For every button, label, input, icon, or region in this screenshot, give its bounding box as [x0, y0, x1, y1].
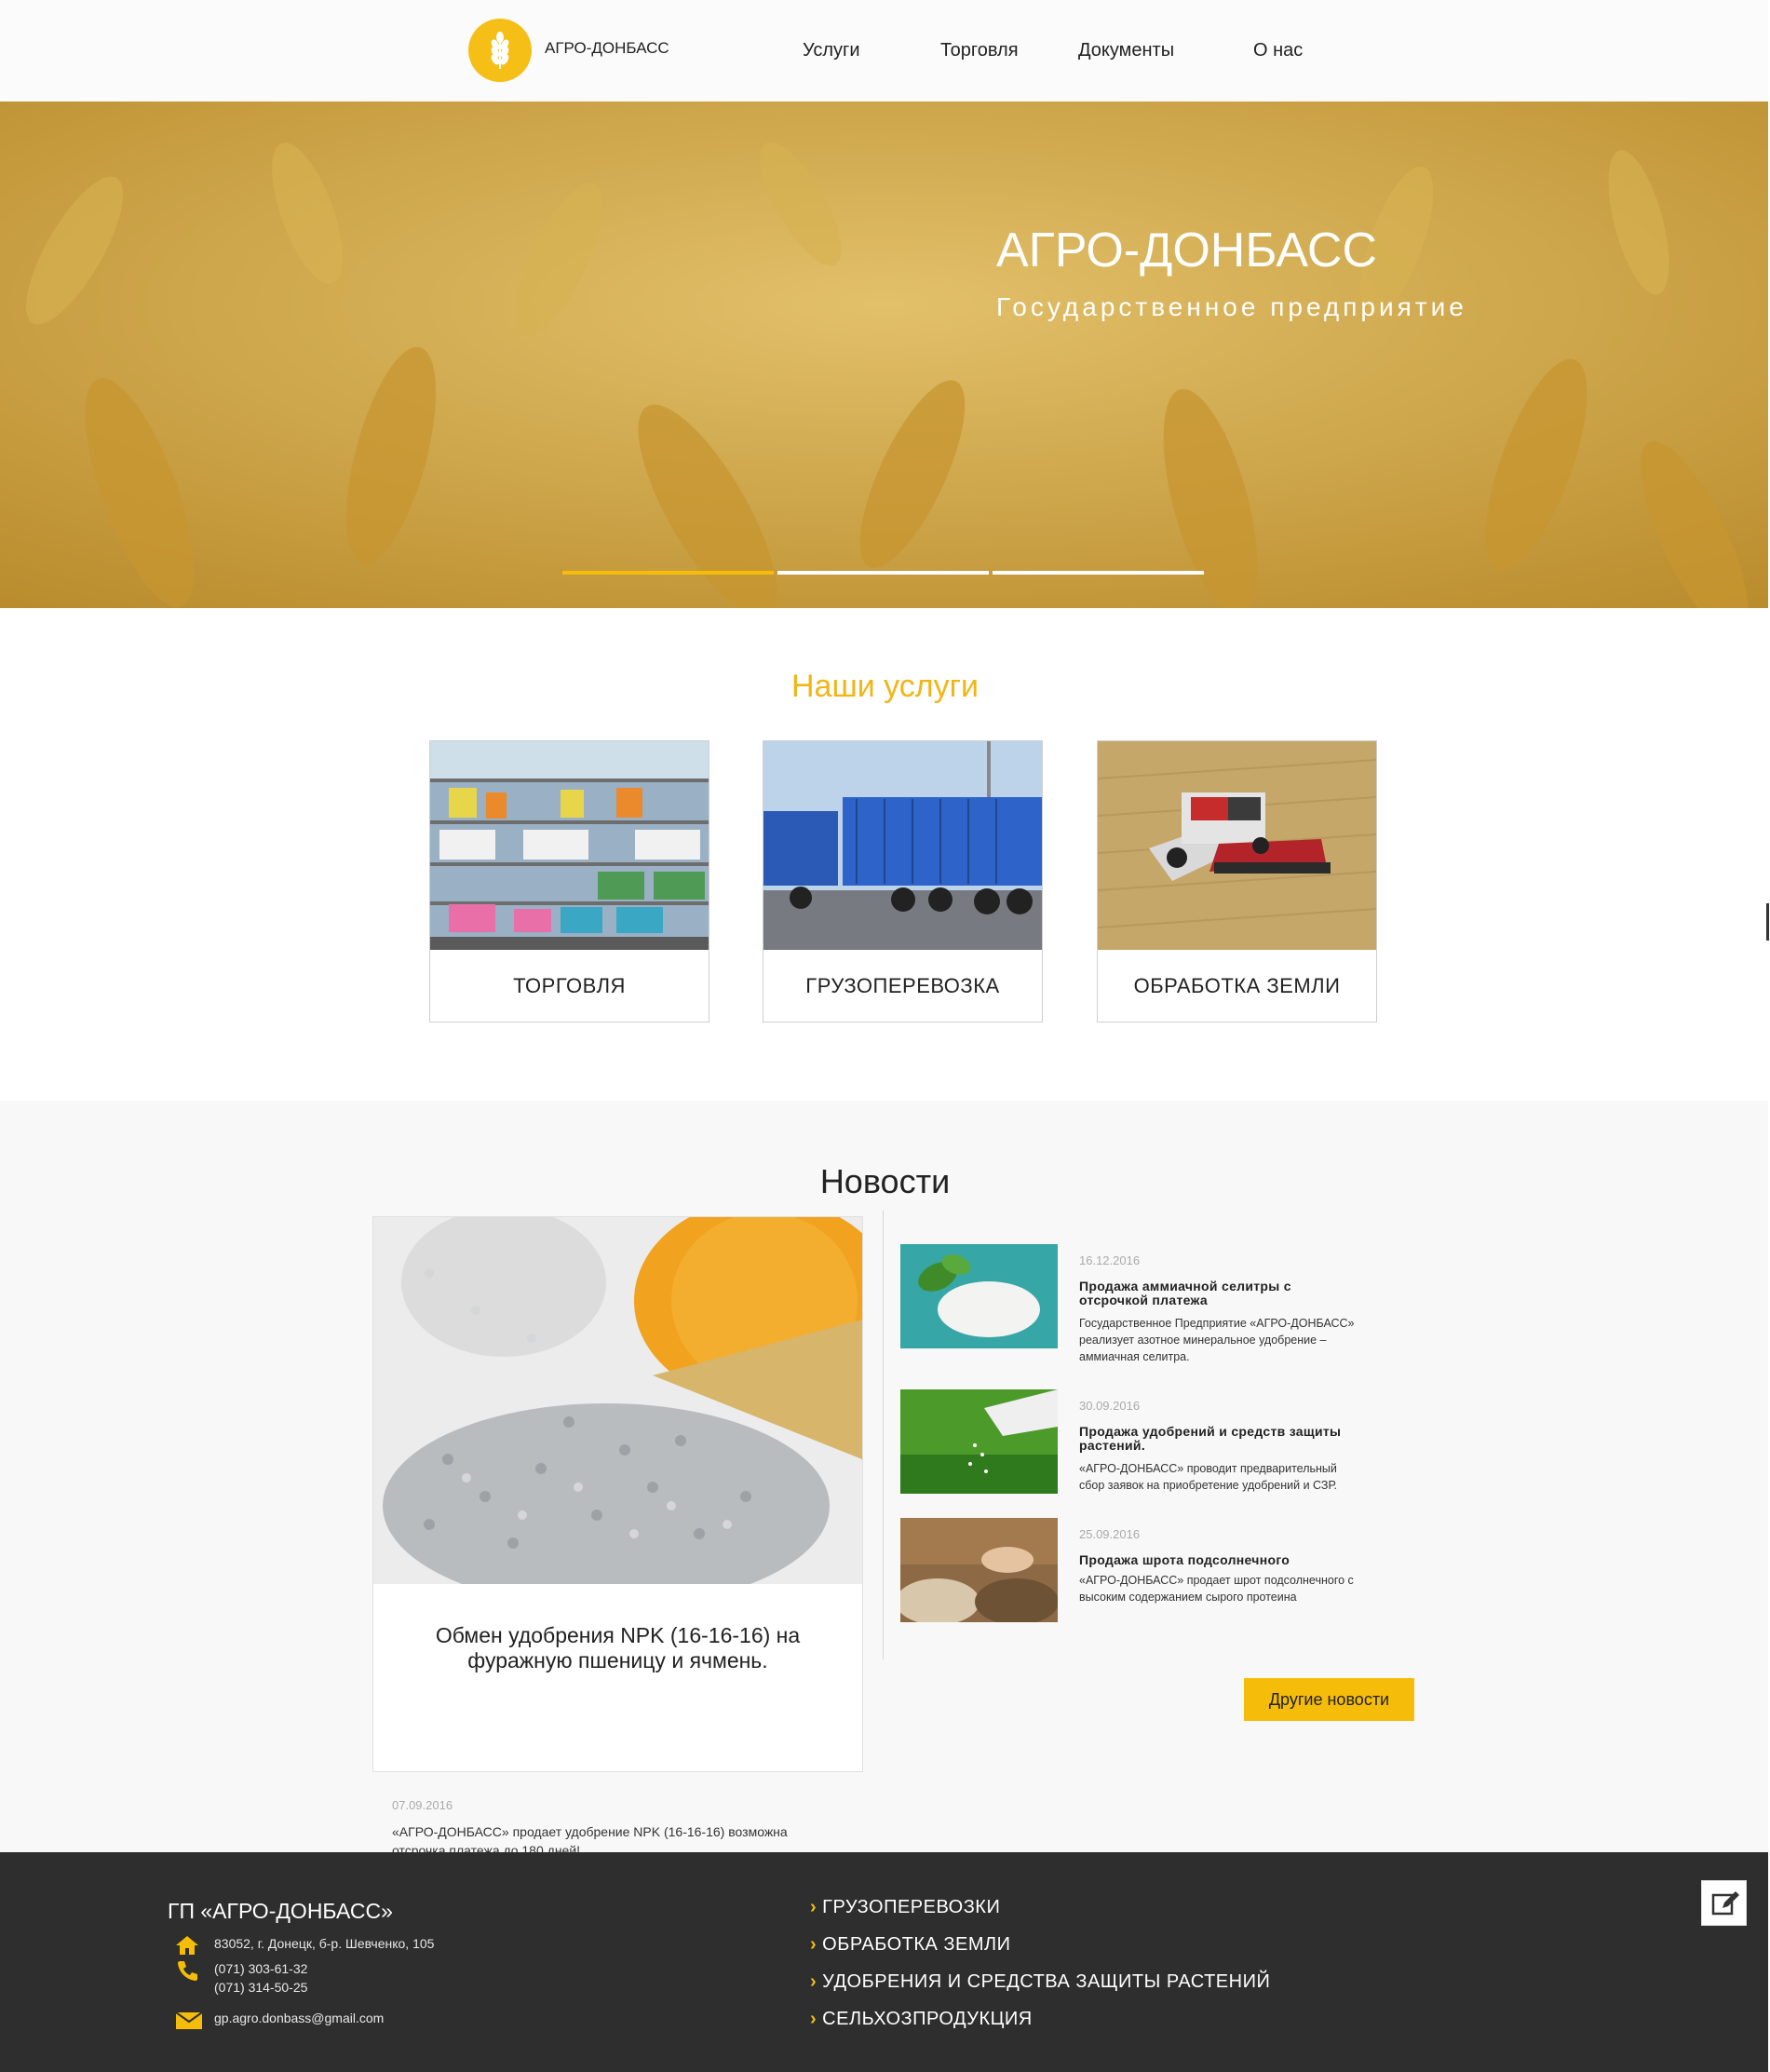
- hero-subtitle: Государственное предприятие: [996, 292, 1467, 321]
- news-item-2-title[interactable]: Продажа удобрений и средств защиты расте…: [1079, 1425, 1358, 1453]
- logo-wheat-icon[interactable]: [468, 19, 532, 82]
- mail-icon: [175, 2009, 203, 2031]
- site-header: АГРО-ДОНБАСС Услуги Торговля Документы О…: [0, 0, 1770, 102]
- news-item-1-date: 16.12.2016: [1079, 1253, 1141, 1267]
- news-item-1-text: Государственное Предприятие «АГРО-ДОНБАС…: [1079, 1317, 1355, 1363]
- more-news-button[interactable]: Другие новости: [1244, 1678, 1414, 1721]
- chevron-right-icon: ›: [810, 1971, 817, 1992]
- slide-indicator-3[interactable]: [993, 571, 1204, 575]
- sowing-hand-image: [900, 1389, 1058, 1494]
- news-item-3-title[interactable]: Продажа шрота подсолнечного: [1079, 1553, 1358, 1567]
- service-card-trade[interactable]: ТОРГОВЛЯ: [429, 740, 709, 1022]
- chevron-right-icon: ›: [810, 1897, 817, 1917]
- footer-link-label: СЕЛЬХОЗПРОДУКЦИЯ: [822, 2009, 1033, 2029]
- footer-link-transport[interactable]: › ГРУЗОПЕРЕВОЗКИ: [810, 1897, 1000, 1918]
- scrollbar-thumb[interactable]: [1766, 903, 1769, 941]
- service-card-land[interactable]: ОБРАБОТКА ЗЕМЛИ: [1097, 740, 1377, 1022]
- footer-link-label: ГРУЗОПЕРЕВОЗКИ: [822, 1897, 1001, 1917]
- news-item-3[interactable]: 25.09.2016 Продажа шрота подсолнечного «…: [900, 1518, 1354, 1625]
- phone-icon: [175, 1959, 199, 1982]
- nav-item-trade[interactable]: Торговля: [940, 40, 1019, 61]
- nav-item-documents[interactable]: Документы: [1078, 40, 1174, 61]
- news-item-1-title[interactable]: Продажа аммиачной селитры с отсрочкой пл…: [1079, 1280, 1358, 1307]
- combine-harvester-image: [1098, 741, 1376, 950]
- slide-indicator-2[interactable]: [777, 571, 989, 575]
- logo-text[interactable]: АГРО-ДОНБАСС: [545, 39, 669, 58]
- chevron-right-icon: ›: [810, 2009, 817, 2029]
- sunflower-meal-image: [900, 1518, 1058, 1622]
- footer-phone-1[interactable]: (071) 303-61-32: [214, 1959, 307, 1978]
- nav-item-about[interactable]: О нас: [1253, 40, 1303, 61]
- news-section: Новости Обмен удобрения NPK (16-16-16) н…: [0, 1101, 1770, 1858]
- nav-item-services[interactable]: Услуги: [803, 40, 860, 61]
- footer-link-agriproducts[interactable]: › СЕЛЬХОЗПРОДУКЦИЯ: [810, 2009, 1033, 2030]
- footer-link-land[interactable]: › ОБРАБОТКА ЗЕМЛИ: [810, 1934, 1011, 1956]
- footer-phone-2[interactable]: (071) 314-50-25: [214, 1978, 307, 1997]
- store-shelves-image: [430, 741, 709, 950]
- service-label-transport: ГРУЗОПЕРЕВОЗКА: [805, 974, 1000, 997]
- chevron-right-icon: ›: [810, 1934, 817, 1955]
- news-divider: [883, 1211, 884, 1659]
- news-item-2-text: «АГРО-ДОНБАСС» проводит предварительный …: [1079, 1462, 1337, 1492]
- featured-news-title[interactable]: Обмен удобрения NPK (16-16-16) на фуражн…: [392, 1623, 844, 1673]
- site-footer: ГП «АГРО-ДОНБАСС» 83052, г. Донецк, б-р.…: [0, 1852, 1770, 2072]
- footer-address: 83052, г. Донецк, б-р. Шевченко, 105: [214, 1936, 435, 1951]
- footer-link-label: ОБРАБОТКА ЗЕМЛИ: [822, 1934, 1011, 1955]
- edit-button[interactable]: [1701, 1880, 1747, 1926]
- news-item-3-date: 25.09.2016: [1079, 1527, 1141, 1541]
- fertilizer-granules-image: [373, 1217, 862, 1584]
- services-title: Наши услуги: [790, 669, 980, 704]
- featured-news-date: 07.09.2016: [392, 1798, 453, 1812]
- ammonium-nitrate-image: [900, 1244, 1058, 1348]
- news-item-2[interactable]: 30.09.2016 Продажа удобрений и средств з…: [900, 1389, 1341, 1501]
- service-label-land: ОБРАБОТКА ЗЕМЛИ: [1133, 974, 1341, 997]
- hero-title: АГРО-ДОНБАСС: [996, 223, 1377, 278]
- news-title: Новости: [819, 1162, 951, 1200]
- footer-company-name: ГП «АГРО-ДОНБАСС»: [168, 1899, 393, 1923]
- news-item-2-date: 30.09.2016: [1079, 1399, 1141, 1413]
- hero-slider: АГРО-ДОНБАСС Государственное предприятие: [0, 102, 1770, 608]
- footer-link-fertilizers[interactable]: › УДОБРЕНИЯ И СРЕДСТВА ЗАЩИТЫ РАСТЕНИЙ: [810, 1971, 1270, 1993]
- footer-email[interactable]: gp.agro.donbass@gmail.com: [214, 2009, 384, 2027]
- news-item-3-text: «АГРО-ДОНБАСС» продает шрот подсолнечног…: [1079, 1574, 1354, 1604]
- featured-news-card[interactable]: Обмен удобрения NPK (16-16-16) на фуражн…: [372, 1216, 863, 1858]
- home-icon: [175, 1934, 199, 1957]
- service-card-transport[interactable]: ГРУЗОПЕРЕВОЗКА: [763, 740, 1043, 1022]
- wheat-field-image: [0, 102, 1770, 608]
- slide-indicator-1[interactable]: [562, 571, 774, 575]
- news-item-1[interactable]: 16.12.2016 Продажа аммиачной селитры с о…: [900, 1244, 1355, 1365]
- service-label-trade: ТОРГОВЛЯ: [513, 974, 626, 997]
- trucks-image: [763, 741, 1042, 950]
- edit-icon: [1711, 1891, 1739, 1916]
- footer-link-label: УДОБРЕНИЯ И СРЕДСТВА ЗАЩИТЫ РАСТЕНИЙ: [822, 1971, 1271, 1992]
